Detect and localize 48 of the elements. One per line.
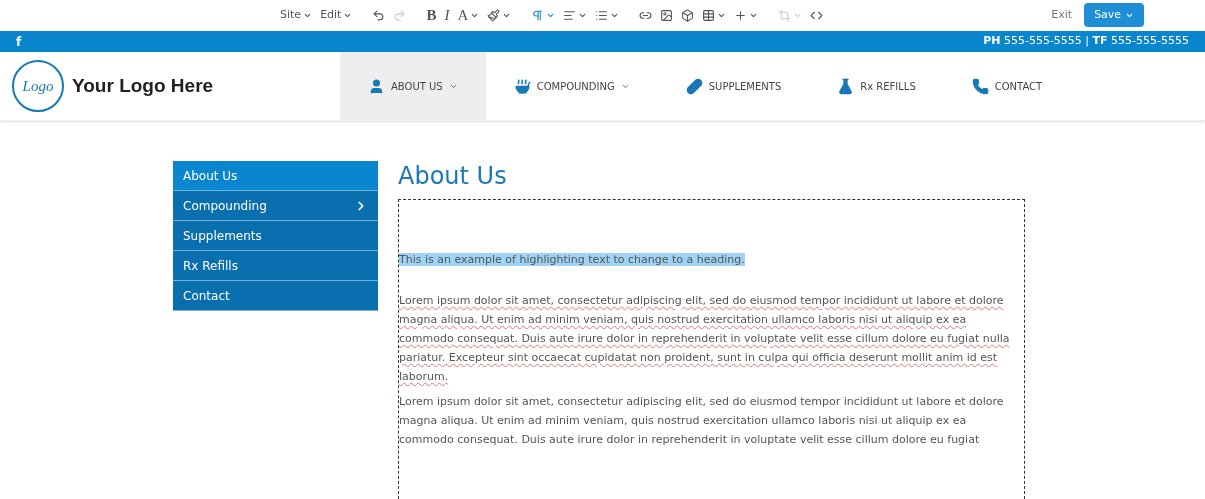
toolbar-button[interactable]: [660, 8, 674, 22]
toolbar-button[interactable]: [702, 8, 727, 22]
toolbar-button[interactable]: [734, 8, 759, 22]
body-paragraph: Lorem ipsum dolor sit amet, consectetur adipiscing elit, sed do eiusmod tempor incididunt ut labore et dolore magna aliqua. Ut enim ad minim veniam, quis nostrud exercitation ullamco laboris nisi ut aliquip ex ea commodo consequat. Duis aute irure dolor in reprehenderit in voluptate velit esse cillum dolore eu fugiat nulla pariatur. Excepteur sint occaecat cupidatat non proident, sunt in culpa qui officia deserunt mollit anim id est laborum.: [399, 292, 1011, 385]
toolbar-button[interactable]: B: [426, 4, 437, 27]
toolbar-button[interactable]: [487, 8, 512, 22]
pilcrow-icon: [531, 8, 545, 22]
toolbar-button[interactable]: [531, 8, 556, 22]
nav-item[interactable]: Rx REFILLS: [809, 52, 944, 120]
sidebar-item[interactable]: Compounding: [173, 191, 378, 221]
sidebar-item[interactable]: Rx Refills: [173, 251, 378, 281]
body-paragraph: Lorem ipsum dolor sit amet, consectetur adipiscing elit, sed do eiusmod tempor incididunt ut labore et dolore magna aliqua. Ut enim ad minim veniam, quis nostrud exercitation ullamco laboris nisi ut aliquip ex ea commodo consequat. Duis aute irure dolor in reprehenderit in voluptate velit esse cillum dolore eu fugiat: [399, 393, 1005, 448]
phone-icon: [971, 77, 989, 95]
sidebar-item[interactable]: About Us: [173, 161, 378, 191]
person-icon: [368, 77, 385, 95]
toolbar-button[interactable]: Edit: [320, 7, 353, 24]
toolbar-button[interactable]: [681, 8, 695, 22]
plus-icon: [734, 8, 748, 22]
save-button[interactable]: Save: [1084, 3, 1145, 28]
undo-icon: [372, 8, 386, 22]
image-icon: [660, 8, 674, 22]
logo-text: Your Logo Here: [72, 73, 214, 98]
redo-icon: [393, 8, 407, 22]
toolbar-button[interactable]: [595, 8, 620, 22]
highlighted-text: This is an example of highlighting text to change to a heading.: [399, 253, 745, 266]
phone-numbers: PH 555-555-5555 | TF 555-555-5555: [983, 33, 1189, 50]
bowl-icon: [513, 77, 531, 95]
cube-icon: [681, 8, 695, 22]
toolbar-button[interactable]: I: [444, 4, 450, 27]
nav-item[interactable]: COMPOUNDING: [485, 52, 658, 120]
sidebar-item[interactable]: Contact: [173, 281, 378, 311]
pills-icon: [685, 77, 703, 95]
crop-icon: [778, 8, 792, 22]
toolbar-button[interactable]: Site: [280, 7, 313, 24]
nav-item[interactable]: SUPPLEMENTS: [657, 52, 810, 120]
toolbar-button[interactable]: A: [457, 4, 480, 27]
table-icon: [702, 8, 716, 22]
toolbar-button[interactable]: [563, 8, 588, 22]
list-icon: [595, 8, 609, 22]
page-title: About Us: [398, 161, 507, 191]
toolbar-button[interactable]: [372, 8, 386, 22]
paintbrush-icon: [487, 8, 501, 22]
align-left-icon: [563, 8, 577, 22]
sidebar-item[interactable]: Supplements: [173, 221, 378, 251]
nav-item[interactable]: ABOUT US: [340, 52, 486, 120]
nav-item[interactable]: CONTACT: [943, 52, 1071, 120]
exit-link[interactable]: Exit: [1051, 7, 1073, 24]
facebook-link[interactable]: f: [16, 32, 22, 51]
